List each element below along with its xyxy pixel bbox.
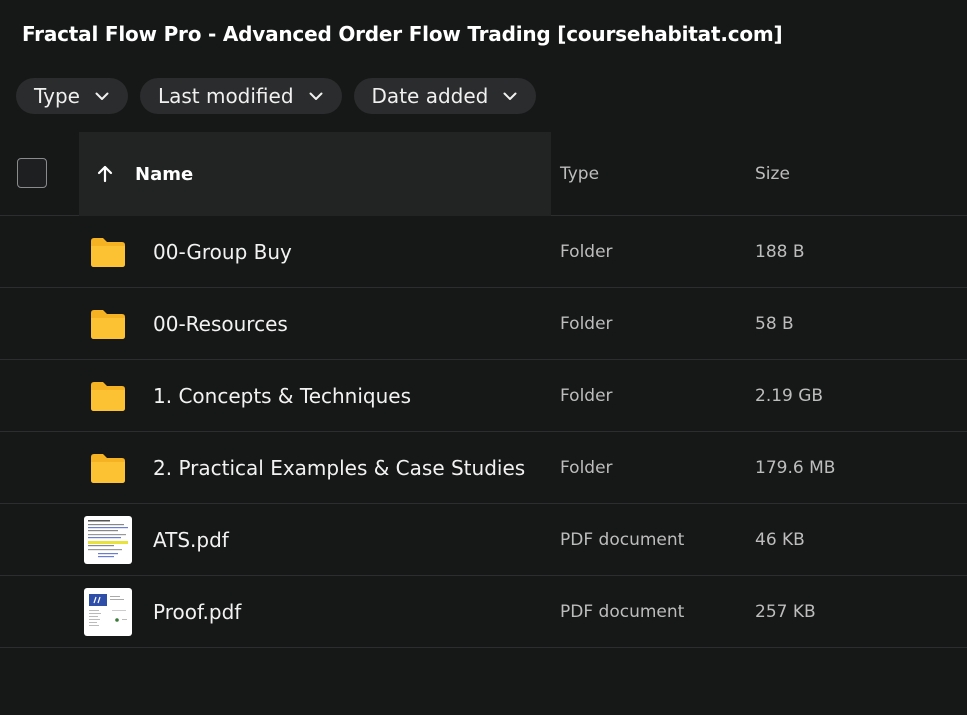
name-column-header[interactable]: Name	[79, 132, 551, 216]
file-type: PDF document	[560, 530, 685, 550]
pdf-thumbnail	[84, 588, 132, 636]
chevron-down-icon	[308, 88, 324, 104]
file-name: 1. Concepts & Techniques	[153, 384, 412, 408]
date-added-filter-label: Date added	[371, 84, 489, 108]
file-type: PDF document	[560, 602, 685, 622]
file-name: 00-Group Buy	[153, 240, 292, 264]
folder-icon	[84, 444, 132, 492]
folder-icon	[84, 228, 132, 276]
type-filter-button[interactable]: Type	[16, 78, 128, 114]
file-size: 257 KB	[755, 602, 816, 622]
size-column-header[interactable]: Size	[755, 132, 790, 216]
file-name: Proof.pdf	[153, 600, 242, 624]
table-row[interactable]: 00-Group Buy Folder 188 B	[0, 216, 967, 288]
type-filter-label: Type	[34, 84, 80, 108]
file-size: 2.19 GB	[755, 386, 824, 406]
table-row[interactable]: ATS.pdf PDF document 46 KB	[0, 504, 967, 576]
file-type: Folder	[560, 242, 613, 262]
filter-bar: Type Last modified Date added	[16, 78, 537, 114]
last-modified-filter-label: Last modified	[157, 84, 294, 108]
page-title: Fractal Flow Pro - Advanced Order Flow T…	[22, 22, 783, 46]
file-list: 00-Group Buy Folder 188 B 00-Resources F…	[0, 216, 967, 648]
name-column-label: Name	[135, 163, 194, 185]
file-type: Folder	[560, 386, 613, 406]
file-size: 46 KB	[755, 530, 805, 550]
table-row[interactable]: 1. Concepts & Techniques Folder 2.19 GB	[0, 360, 967, 432]
file-name: 2. Practical Examples & Case Studies	[153, 456, 526, 480]
file-name: 00-Resources	[153, 312, 288, 336]
date-added-filter-button[interactable]: Date added	[353, 78, 537, 114]
file-size: 58 B	[755, 314, 794, 334]
folder-icon	[84, 300, 132, 348]
file-name: ATS.pdf	[153, 528, 229, 552]
table-row[interactable]: Proof.pdf PDF document 257 KB	[0, 576, 967, 648]
select-all-checkbox[interactable]	[17, 158, 47, 188]
file-size: 179.6 MB	[755, 458, 836, 478]
arrow-up-icon	[95, 164, 115, 184]
table-row[interactable]: 2. Practical Examples & Case Studies Fol…	[0, 432, 967, 504]
chevron-down-icon	[94, 88, 110, 104]
type-column-header[interactable]: Type	[560, 132, 599, 216]
last-modified-filter-button[interactable]: Last modified	[139, 78, 342, 114]
pdf-thumbnail	[84, 516, 132, 564]
file-size: 188 B	[755, 242, 805, 262]
file-type: Folder	[560, 458, 613, 478]
file-type: Folder	[560, 314, 613, 334]
table-header: Name Type Size	[0, 132, 967, 216]
table-row[interactable]: 00-Resources Folder 58 B	[0, 288, 967, 360]
chevron-down-icon	[502, 88, 518, 104]
folder-icon	[84, 372, 132, 420]
